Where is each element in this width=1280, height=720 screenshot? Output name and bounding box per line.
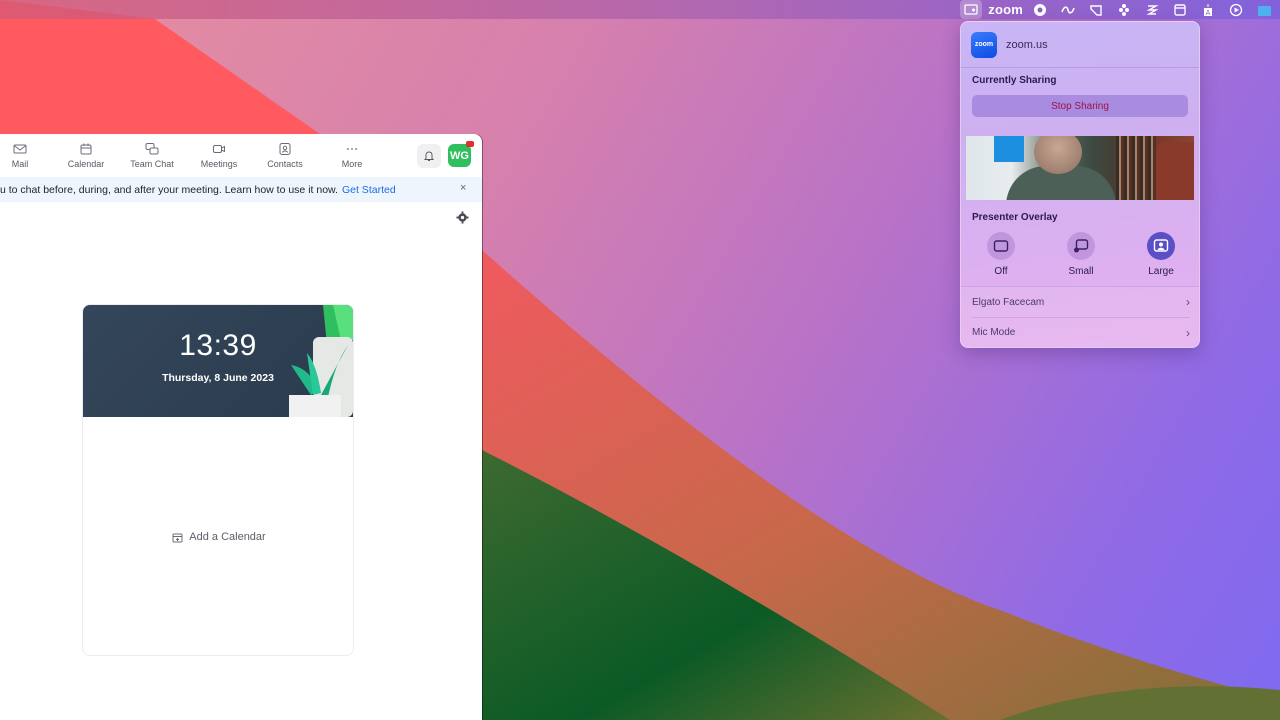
overlay-small-icon (1067, 232, 1095, 260)
overlay-option-off[interactable]: Off (961, 232, 1041, 277)
nav-label: Mail (11, 159, 29, 169)
popover-settings-list: Elgato Facecam › Mic Mode › (961, 286, 1199, 347)
nav-label: More (341, 159, 363, 169)
play-icon[interactable] (1225, 0, 1247, 19)
screen-share-icon[interactable] (960, 0, 983, 19)
folder-icon[interactable] (1253, 0, 1275, 19)
nav-label: Team Chat (130, 159, 174, 169)
presenter-overlay-options: Off Small Large (961, 232, 1199, 277)
overlay-option-large[interactable]: Large (1121, 232, 1199, 277)
chevron-right-icon: › (1186, 325, 1190, 340)
mic-mode-row[interactable]: Mic Mode › (972, 317, 1190, 347)
banner-close-button[interactable]: × (460, 182, 466, 194)
nav-label: Contacts (267, 159, 303, 169)
chat-icon (145, 143, 159, 155)
nav-contacts[interactable]: Contacts (255, 142, 315, 169)
cursor-icon[interactable] (1085, 0, 1107, 19)
plant-illustration (289, 305, 353, 417)
popover-header: zoom zoom.us (961, 22, 1199, 68)
window-icon[interactable] (1169, 0, 1191, 19)
add-calendar-button[interactable]: Add a Calendar (83, 531, 353, 543)
bell-icon (423, 151, 435, 161)
contacts-icon (279, 143, 291, 155)
calendar-icon (80, 143, 92, 155)
camera-select-row[interactable]: Elgato Facecam › (972, 287, 1190, 317)
nav-mail[interactable]: Mail (0, 142, 50, 169)
zoom-menu-popover: zoom zoom.us Currently Sharing Stop Shar… (960, 21, 1200, 348)
calendar-add-icon (172, 533, 183, 542)
wave-icon[interactable] (1141, 0, 1163, 19)
nav-calendar[interactable]: Calendar (56, 142, 116, 169)
more-icon (347, 148, 357, 150)
video-icon (213, 145, 225, 153)
mic-mode-label: Mic Mode (972, 327, 1016, 338)
svg-text:A: A (1206, 10, 1211, 17)
menu-bar: zoom A (0, 0, 1280, 19)
chevron-right-icon: › (1186, 295, 1190, 309)
overlay-large-icon (1147, 232, 1175, 260)
translate-icon[interactable]: A (1197, 0, 1219, 19)
overlay-option-label: Large (1148, 266, 1174, 277)
nav-meetings[interactable]: Meetings (189, 142, 249, 169)
notifications-button[interactable] (417, 144, 441, 168)
camera-name: Elgato Facecam (972, 296, 1045, 308)
info-banner: u to chat before, during, and after your… (0, 177, 482, 202)
nav-label: Calendar (67, 159, 105, 169)
nav-more[interactable]: More (322, 142, 382, 169)
currently-sharing-label: Currently Sharing (972, 75, 1057, 86)
nav-team-chat[interactable]: Team Chat (122, 142, 182, 169)
infinity-icon[interactable] (1057, 0, 1079, 19)
overlay-off-icon (987, 232, 1015, 260)
gear-icon[interactable] (456, 211, 469, 224)
mail-icon (13, 144, 27, 154)
avatar[interactable]: WG (448, 144, 471, 167)
recording-badge-icon (466, 141, 474, 147)
calendar-card-header: 13:39 Thursday, 8 June 2023 (83, 305, 353, 417)
stop-sharing-button[interactable]: Stop Sharing (972, 95, 1188, 117)
camera-preview (966, 136, 1194, 200)
record-icon[interactable] (1029, 0, 1051, 19)
zoom-main-window: Mail Calendar Team Chat Meetings Contact… (0, 134, 482, 720)
zoom-app-icon: zoom (971, 31, 997, 58)
flower-icon[interactable] (1113, 0, 1135, 19)
get-started-link[interactable]: Get Started (342, 184, 396, 196)
overlay-option-small[interactable]: Small (1041, 232, 1121, 277)
add-calendar-label: Add a Calendar (189, 531, 266, 543)
presenter-overlay-label: Presenter Overlay (972, 212, 1058, 223)
app-name: zoom.us (1006, 38, 1048, 51)
calendar-card: 13:39 Thursday, 8 June 2023 Add a Calend… (82, 304, 354, 656)
overlay-option-label: Small (1068, 266, 1094, 277)
overlay-option-label: Off (994, 266, 1008, 277)
banner-text: u to chat before, during, and after your… (0, 183, 338, 196)
zoom-menu-item[interactable]: zoom (988, 0, 1023, 19)
nav-label: Meetings (200, 159, 238, 169)
top-nav: Mail Calendar Team Chat Meetings Contact… (0, 134, 482, 177)
